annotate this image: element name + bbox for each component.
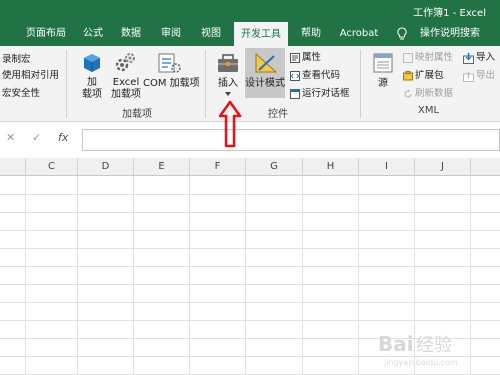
chevron-down-icon — [225, 92, 231, 96]
refresh-data-button[interactable]: 刷新数据 — [415, 86, 453, 102]
controls-group-label: 控件 — [268, 109, 288, 120]
xml-group-label: XML — [418, 105, 440, 116]
svg-text:经验: 经验 — [416, 335, 452, 356]
excel-addins-button[interactable]: Excel 加载项 — [106, 77, 146, 101]
column-header-e[interactable]: E — [134, 158, 190, 176]
tab-page-layout[interactable]: 页面布局 — [20, 22, 72, 46]
tab-acrobat[interactable]: Acrobat — [334, 22, 384, 46]
record-macro-button[interactable]: 录制宏 — [2, 52, 31, 68]
group-separator — [360, 50, 361, 118]
addins-button[interactable]: 加 载项 — [78, 77, 106, 101]
view-code-button[interactable]: 查看代码 — [302, 68, 340, 84]
xml-source-icon — [373, 53, 393, 73]
tab-help[interactable]: 帮助 — [294, 22, 328, 46]
map-properties-button[interactable]: 映射属性 — [415, 50, 453, 66]
column-header-j[interactable]: J — [415, 158, 471, 176]
import-button[interactable]: 导入 — [476, 50, 495, 66]
insert-control-button[interactable]: 插入 — [214, 78, 242, 90]
properties-button[interactable]: 属性 — [302, 50, 321, 66]
run-dialog-icon — [290, 89, 300, 99]
tab-formulas[interactable]: 公式 — [76, 22, 110, 46]
enter-icon[interactable]: ✓ — [32, 131, 41, 144]
tab-data[interactable]: 数据 — [114, 22, 148, 46]
column-header-partial[interactable] — [471, 158, 500, 176]
column-header-f[interactable]: F — [190, 158, 246, 176]
insert-function-icon[interactable]: fx — [58, 131, 68, 144]
design-mode-icon — [255, 52, 278, 73]
tab-review[interactable]: 审阅 — [154, 22, 188, 46]
import-icon — [463, 53, 474, 64]
run-dialog-button[interactable]: 运行对话框 — [302, 86, 350, 102]
svg-text:Bai: Bai — [378, 332, 414, 356]
column-header-g[interactable]: G — [246, 158, 303, 176]
design-mode-button[interactable]: 设计模式 — [244, 78, 286, 90]
column-header-d[interactable]: D — [78, 158, 134, 176]
toolbox-icon — [218, 54, 238, 72]
view-code-icon — [290, 71, 300, 81]
addins-group-label: 加载项 — [122, 109, 152, 120]
com-addins-button[interactable]: COM 加载项 — [143, 78, 200, 90]
tab-developer[interactable]: 开发工具 — [234, 22, 288, 46]
baidu-watermark-logo: Bai 经验 jingyan.baidu.com — [378, 332, 458, 367]
addins-cube-icon — [84, 54, 100, 72]
column-header-partial[interactable] — [0, 158, 26, 176]
ribbon: 录制宏 使用相对引用 宏安全性 加 载项 Excel 加载项 COM 加载项 加… — [0, 46, 500, 122]
com-addins-icon — [158, 53, 181, 73]
tab-view[interactable]: 视图 — [194, 22, 228, 46]
group-separator — [66, 50, 67, 118]
map-properties-icon — [403, 53, 413, 63]
properties-icon — [290, 53, 300, 63]
formula-bar: ✕ ✓ fx — [0, 122, 500, 158]
group-separator — [205, 50, 206, 118]
window-title: 工作簿1 - Excel — [413, 8, 486, 19]
title-bar: 工作簿1 - Excel — [0, 0, 500, 22]
svg-text:jingyan.baidu.com: jingyan.baidu.com — [383, 358, 458, 367]
annotation-arrow-icon — [218, 100, 242, 148]
expansion-packs-button[interactable]: 扩展包 — [415, 68, 444, 84]
formula-input[interactable] — [82, 129, 500, 151]
xml-source-button[interactable]: 源 — [372, 78, 394, 90]
column-header-i[interactable]: I — [359, 158, 415, 176]
lightbulb-icon[interactable] — [396, 27, 408, 41]
export-icon — [463, 72, 474, 82]
refresh-data-icon — [404, 89, 412, 98]
gear-icon — [115, 53, 135, 72]
cancel-icon[interactable]: ✕ — [6, 131, 15, 144]
macro-security-button[interactable]: 宏安全性 — [2, 86, 40, 102]
export-button[interactable]: 导出 — [476, 68, 495, 84]
column-header-h[interactable]: H — [303, 158, 359, 176]
tell-me-search[interactable]: 操作说明搜索 — [414, 22, 486, 46]
ribbon-tabs: 页面布局 公式 数据 审阅 视图 开发工具 帮助 Acrobat 操作说明搜索 — [0, 22, 500, 46]
relative-reference-button[interactable]: 使用相对引用 — [2, 68, 59, 84]
expansion-packs-icon — [403, 71, 413, 81]
column-header-c[interactable]: C — [26, 158, 78, 176]
